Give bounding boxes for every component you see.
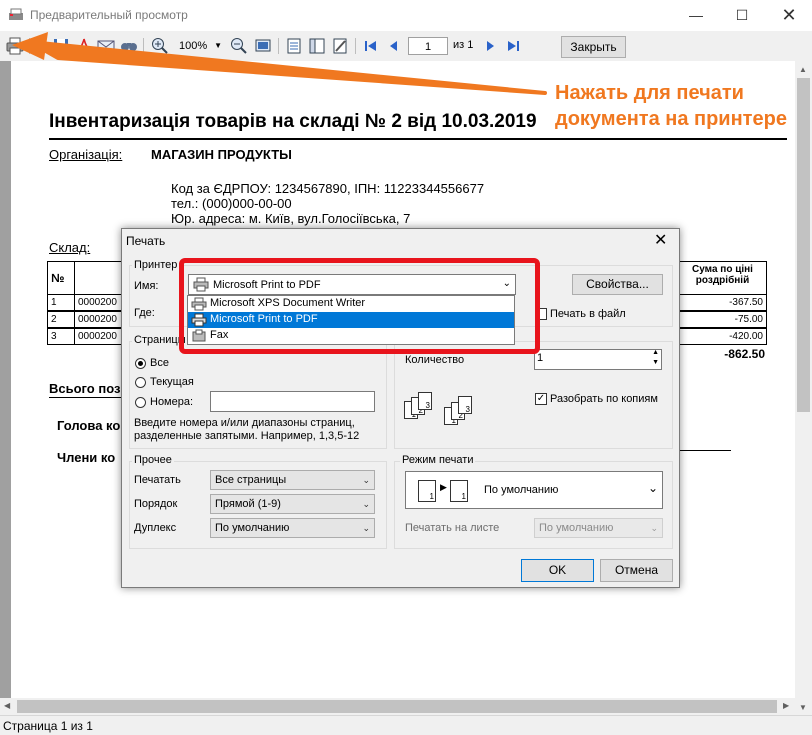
annotation-line-2: документа на принтере: [555, 108, 787, 130]
annotation-line-1: Нажать для печати: [555, 82, 744, 104]
